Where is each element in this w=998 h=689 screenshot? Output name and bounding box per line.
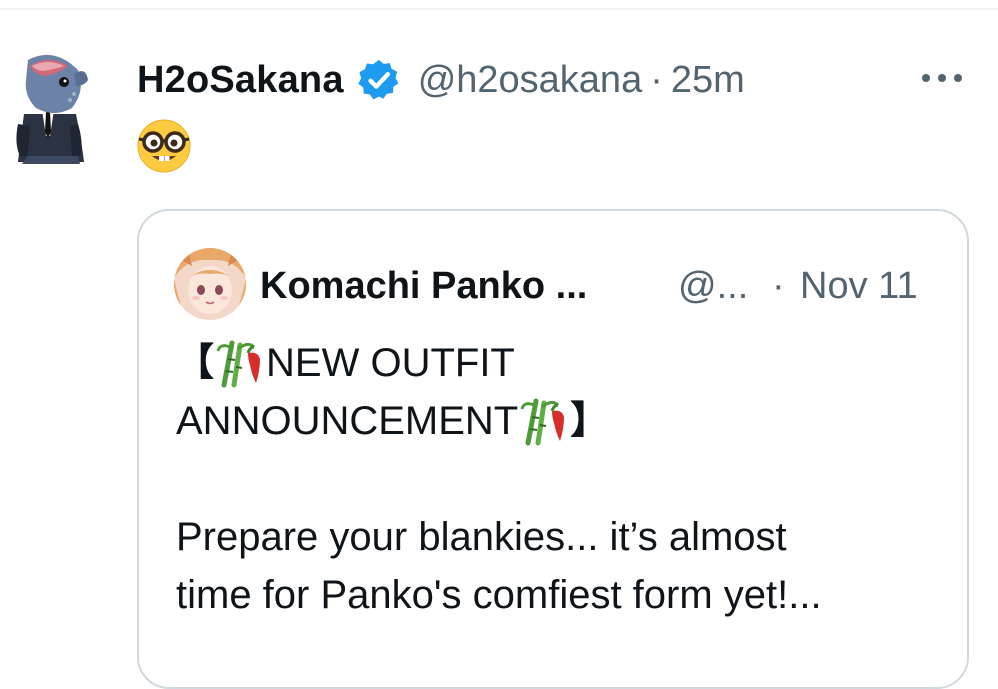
quoted-author-handle[interactable]: @...	[678, 258, 748, 314]
quoted-tweet-timestamp[interactable]: Nov 11	[800, 258, 918, 314]
fish-in-suit-icon	[16, 54, 88, 164]
anime-girl-avatar-icon	[174, 248, 246, 320]
author-avatar[interactable]	[14, 44, 90, 168]
bamboo-chili-icon	[518, 395, 570, 447]
tweet-text	[136, 118, 192, 174]
author-display-name[interactable]: H2oSakana	[137, 59, 344, 102]
quoted-tweet-header: Komachi Panko ... @... · Nov 11	[260, 258, 950, 314]
quoted-text-line-4: time for Panko's comfiest form yet!...	[176, 573, 822, 617]
quoted-header-separator: ·	[772, 265, 785, 307]
author-handle[interactable]: @h2osakana	[418, 59, 643, 102]
quoted-text-line-2: ANNOUNCEMENT 】	[176, 392, 946, 450]
quoted-text-announcement: ANNOUNCEMENT	[176, 399, 519, 443]
quoted-text-line-3: Prepare your blankies... it’s almost	[176, 515, 787, 559]
quoted-tweet-text: 【 NEW OUTFIT ANNOUNCEMENT 】 Prepare your…	[176, 334, 946, 624]
nerd-face-icon	[137, 119, 191, 173]
tweet-timestamp[interactable]: 25m	[671, 59, 745, 102]
quoted-text-new-outfit: NEW OUTFIT	[266, 341, 515, 385]
verified-badge-icon[interactable]	[356, 57, 402, 103]
header-separator: ·	[650, 58, 663, 101]
close-bracket: 】	[570, 400, 609, 442]
quoted-author-avatar[interactable]	[174, 248, 246, 320]
quoted-author-display-name[interactable]: Komachi Panko ...	[260, 258, 587, 314]
tweet-header: H2oSakana @h2osakana · 25m	[137, 52, 745, 108]
bamboo-chili-icon	[214, 337, 266, 389]
tweet[interactable]: H2oSakana @h2osakana · 25m Komachi Panko…	[0, 0, 998, 689]
more-dot	[954, 74, 962, 82]
more-dot	[922, 74, 930, 82]
more-dot	[938, 74, 946, 82]
quoted-text-line-1: 【 NEW OUTFIT	[176, 334, 946, 392]
open-bracket: 【	[176, 342, 215, 384]
more-options-button[interactable]	[916, 60, 968, 96]
